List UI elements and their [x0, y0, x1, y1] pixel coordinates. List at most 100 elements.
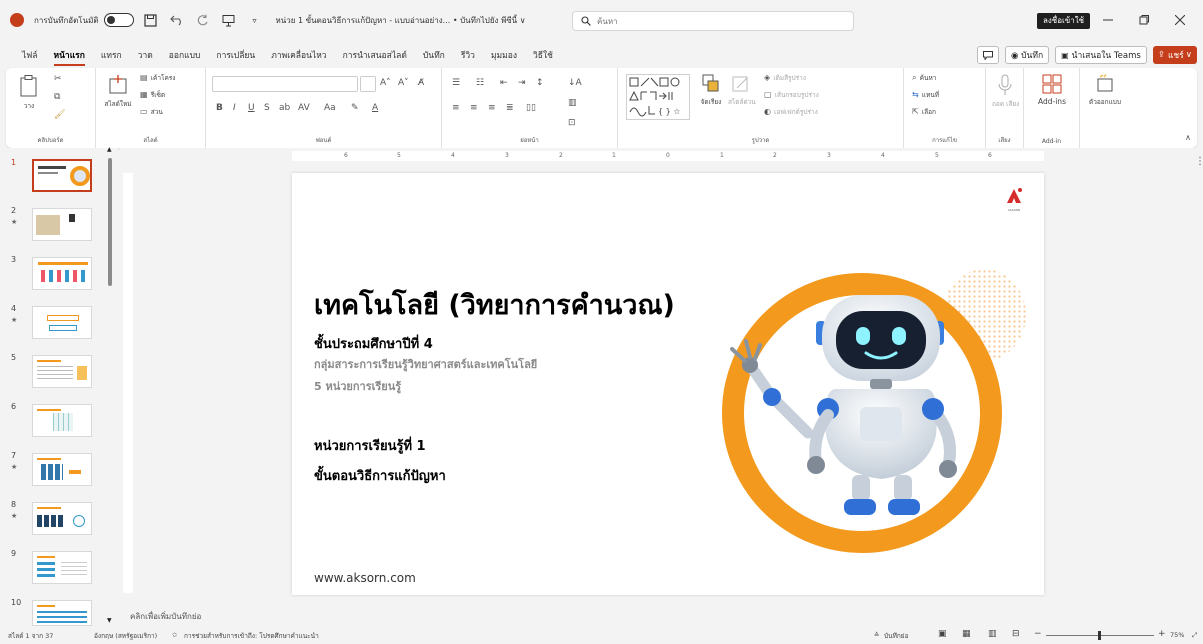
line-spacing-icon[interactable]: ↕ — [536, 78, 544, 88]
scroll-up-icon[interactable]: ▲ — [107, 146, 112, 153]
horizontal-ruler[interactable]: 6 5 4 3 2 1 0 1 2 3 4 5 6 — [292, 151, 1044, 161]
shadow-icon[interactable]: S — [264, 103, 270, 113]
reset-button[interactable]: ▦ รีเซ็ต — [140, 89, 165, 100]
tab-file[interactable]: ไฟล์ — [22, 44, 38, 66]
shape-outline-button[interactable]: ▢ เส้นกรอบรูปร่าง — [764, 89, 819, 100]
slide-units[interactable]: 5 หน่วยการเรียนรู้ — [314, 377, 401, 395]
replace-button[interactable]: ⇆ แทนที่ — [912, 89, 939, 100]
slide-unit-number[interactable]: หน่วยการเรียนรู้ที่ 1 — [314, 435, 426, 456]
change-case-icon[interactable]: Aa — [324, 103, 336, 113]
redo-icon[interactable] — [194, 11, 212, 29]
text-direction-icon[interactable]: ↓A — [568, 78, 582, 88]
minimize-icon[interactable] — [1100, 12, 1116, 28]
underline-icon[interactable]: U — [248, 103, 255, 113]
align-text-icon[interactable]: ▥ — [568, 98, 577, 108]
slide-thumbnail-9[interactable] — [32, 551, 92, 584]
slideshow-view-icon[interactable]: ⊟ — [1012, 629, 1020, 639]
slide-thumbnail-7[interactable] — [32, 453, 92, 486]
normal-view-icon[interactable]: ▣ — [938, 629, 947, 639]
shapes-gallery[interactable]: { } ☆ — [626, 74, 690, 120]
tab-slideshow[interactable]: การนำเสนอสไลด์ — [343, 44, 407, 66]
zoom-slider[interactable] — [1046, 631, 1154, 640]
slide-thumbnail-10[interactable] — [32, 600, 92, 626]
zoom-slider-thumb[interactable] — [1098, 631, 1101, 640]
zoom-in-icon[interactable]: + — [1158, 629, 1166, 639]
new-slide-button[interactable]: สไลด์ใหม่ — [104, 74, 132, 109]
tab-home[interactable]: หน้าแรก — [53, 44, 86, 66]
accessibility-status[interactable]: การช่วยสำหรับการเข้าถึง: โปรดศึกษาคำแนะน… — [184, 631, 319, 641]
shape-fill-button[interactable]: ◈ เติมสีรูปร่าง — [764, 72, 806, 83]
autosave-toggle[interactable] — [103, 13, 134, 27]
section-button[interactable]: ▭ ส่วน — [140, 106, 163, 117]
smartart-icon[interactable]: ⊡ — [568, 118, 576, 128]
decrease-font-size-icon[interactable]: A˅ — [398, 78, 409, 88]
zoom-level[interactable]: 75% — [1170, 631, 1184, 639]
sign-in-button[interactable]: ลงชื่อเข้าใช้ — [1037, 13, 1091, 29]
find-button[interactable]: ⌕ ค้นหา — [912, 72, 936, 83]
justify-icon[interactable]: ≣ — [506, 103, 514, 113]
columns-icon[interactable]: ▯▯ — [526, 103, 536, 113]
scroll-right-icon[interactable]: ⋮ — [1195, 156, 1203, 167]
cut-icon[interactable]: ✂ — [54, 74, 62, 84]
select-button[interactable]: ⇱ เลือก — [912, 106, 936, 117]
increase-indent-icon[interactable]: ⇥ — [518, 78, 526, 88]
slide-subject[interactable]: กลุ่มสาระการเรียนรู้วิทยาศาสตร์และเทคโนโ… — [314, 355, 537, 373]
copy-icon[interactable]: ⧉ — [54, 92, 60, 102]
undo-icon[interactable] — [168, 11, 186, 29]
highlight-icon[interactable]: ✎ — [351, 103, 359, 113]
comments-button[interactable] — [977, 46, 1000, 64]
dictate-button[interactable]: ถอด เสียง — [992, 74, 1019, 109]
fit-to-window-icon[interactable]: ⤢ — [1192, 631, 1197, 640]
tab-insert[interactable]: แทรก — [101, 44, 122, 66]
layout-button[interactable]: ▤ เค้าโครง — [140, 72, 175, 83]
bullets-icon[interactable]: ☰ — [452, 78, 460, 88]
present-from-start-icon[interactable] — [220, 11, 238, 29]
align-center-icon[interactable]: ≡ — [470, 103, 478, 113]
addins-button[interactable]: Add-ins — [1032, 74, 1072, 106]
slide-thumbnail-4[interactable] — [32, 306, 92, 339]
tab-draw[interactable]: วาด — [138, 44, 153, 66]
italic-icon[interactable]: I — [233, 103, 236, 113]
shape-effects-button[interactable]: ◐ เอฟเฟกต์รูปร่าง — [764, 106, 818, 117]
slide-thumbnail-8[interactable] — [32, 502, 92, 535]
tab-view[interactable]: มุมมอง — [491, 44, 517, 66]
reading-view-icon[interactable]: ▥ — [988, 629, 997, 639]
notes-placeholder[interactable]: คลิกเพื่อเพิ่มบันทึกย่อ — [130, 610, 201, 623]
save-icon[interactable] — [142, 11, 160, 29]
arrange-button[interactable]: จัดเรียง — [698, 74, 724, 107]
align-right-icon[interactable]: ≡ — [488, 103, 496, 113]
slide-thumbnail-5[interactable] — [32, 355, 92, 388]
slide-sorter-icon[interactable]: ▦ — [962, 629, 971, 639]
align-left-icon[interactable]: ≡ — [452, 103, 460, 113]
share-button[interactable]: ⇪ แชร์ ∨ — [1152, 46, 1197, 64]
tab-review[interactable]: รีวิว — [461, 44, 475, 66]
notes-button[interactable]: บันทึกย่อ — [884, 631, 909, 641]
scroll-down-icon[interactable]: ▼ — [107, 617, 112, 624]
font-color-icon[interactable]: A — [372, 103, 378, 113]
font-size-box[interactable] — [360, 76, 376, 92]
slide-thumbnail-6[interactable] — [32, 404, 92, 437]
scroll-thumb[interactable] — [108, 158, 112, 286]
search-box[interactable] — [572, 11, 854, 31]
decrease-indent-icon[interactable]: ⇤ — [500, 78, 508, 88]
numbering-icon[interactable]: ☷ — [476, 78, 484, 88]
slide-grade[interactable]: ชั้นประถมศึกษาปีที่ 4 — [314, 333, 433, 354]
designer-button[interactable]: ตัวออกแบบ — [1088, 74, 1122, 107]
slide-url[interactable]: www.aksorn.com — [314, 571, 416, 585]
slide-thumbnail-2[interactable] — [32, 208, 92, 241]
language-indicator[interactable]: อังกฤษ (สหรัฐอเมริกา) — [94, 631, 157, 641]
record-button[interactable]: ◉ บันทึก — [1005, 46, 1050, 64]
collapse-ribbon-icon[interactable]: ∧ — [1185, 133, 1191, 142]
close-icon[interactable] — [1172, 12, 1188, 28]
restore-icon[interactable] — [1136, 12, 1152, 28]
tab-help[interactable]: วิธีใช้ — [533, 44, 553, 66]
slide-thumbnail-1[interactable] — [32, 159, 92, 192]
present-in-teams-button[interactable]: ▣ นำเสนอใน Teams — [1055, 46, 1147, 64]
quick-styles-button[interactable]: สไตล์ด่วน — [728, 74, 756, 107]
slide-canvas[interactable]: AKSORN เทคโนโลยี (วิทยาการคำนวณ) ชั้นประ… — [292, 173, 1044, 595]
slide-title[interactable]: เทคโนโลยี (วิทยาการคำนวณ) — [314, 283, 675, 326]
format-painter-icon[interactable]: 🖌 — [54, 110, 65, 120]
customize-qat-icon[interactable]: ▿ — [246, 11, 264, 29]
bold-icon[interactable]: B — [216, 103, 223, 113]
thumbnail-scrollbar[interactable]: ▲ ▼ — [107, 146, 114, 624]
